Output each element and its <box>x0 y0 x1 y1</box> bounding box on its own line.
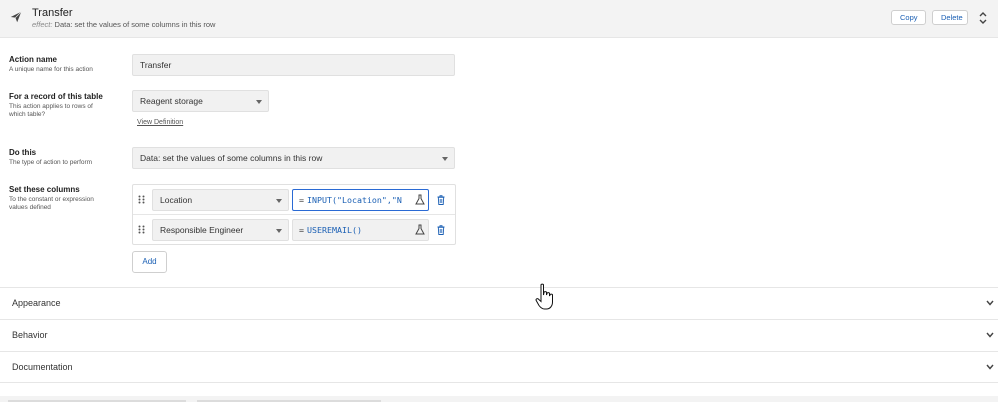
action-title: Transfer <box>32 7 73 19</box>
expression-input[interactable]: = INPUT("Location","N <box>292 189 429 211</box>
action-name-description: A unique name for this action <box>9 66 93 73</box>
action-name-label: Action name <box>9 55 58 64</box>
table-description: This action applies to rows of which tab… <box>9 103 93 118</box>
expression-text: INPUT("Location","N <box>307 195 402 205</box>
drag-handle-icon[interactable] <box>138 225 145 234</box>
column-select[interactable]: Responsible Engineer <box>152 219 289 241</box>
delete-button[interactable]: Delete <box>932 10 968 25</box>
action-name-input[interactable]: Transfer <box>132 54 455 76</box>
add-column-button[interactable]: Add <box>132 251 167 273</box>
expression-text: USEREMAIL() <box>307 225 362 235</box>
table-select[interactable]: Reagent storage <box>132 90 269 112</box>
expression-input[interactable]: = USEREMAIL() <box>292 219 429 241</box>
section-label: Documentation <box>12 362 73 372</box>
table-label: For a record of this table <box>9 92 103 101</box>
do-this-label: Do this <box>9 148 37 157</box>
section-label: Appearance <box>12 298 61 308</box>
section-behavior[interactable]: Behavior <box>0 319 998 351</box>
view-definition-link[interactable]: View Definition <box>137 119 183 126</box>
action-type-select[interactable]: Data: set the values of some columns in … <box>132 147 455 169</box>
chevron-down-icon <box>276 199 282 203</box>
expression-assistant-flask-icon[interactable] <box>415 224 425 235</box>
subtitle-text: Data: set the values of some columns in … <box>54 20 216 29</box>
section-documentation[interactable]: Documentation <box>0 351 998 383</box>
column-select-value: Responsible Engineer <box>160 225 244 235</box>
column-row: Responsible Engineer = USEREMAIL() <box>133 215 455 245</box>
chevron-down-icon <box>986 300 994 306</box>
copy-button[interactable]: Copy <box>891 10 926 25</box>
set-columns-description: To the constant or expression values def… <box>9 196 94 211</box>
section-appearance[interactable]: Appearance <box>0 287 998 319</box>
table-select-value: Reagent storage <box>140 96 203 106</box>
set-columns-table: Location = INPUT("Location","N Responsibl… <box>132 184 456 245</box>
hand-pointer-cursor-icon <box>535 283 553 310</box>
set-columns-label: Set these columns <box>9 185 80 194</box>
chevron-down-icon <box>256 100 262 104</box>
delete-row-trash-icon[interactable] <box>437 225 445 235</box>
section-label: Behavior <box>12 330 48 340</box>
do-this-description: The type of action to perform <box>9 159 93 166</box>
delete-row-trash-icon[interactable] <box>437 195 445 205</box>
drag-handle-icon[interactable] <box>138 195 145 204</box>
chevron-down-icon <box>986 332 994 338</box>
subtitle-prefix: effect: <box>32 20 53 29</box>
expand-collapse-icon[interactable] <box>978 11 988 25</box>
paper-plane-icon <box>10 11 22 23</box>
expression-assistant-flask-icon[interactable] <box>415 194 425 205</box>
chevron-down-icon <box>986 364 994 370</box>
equals-sign: = <box>299 195 304 205</box>
action-subtitle: effect: Data: set the values of some col… <box>32 20 215 29</box>
chevron-down-icon <box>442 157 448 161</box>
action-type-value: Data: set the values of some columns in … <box>140 153 323 163</box>
chevron-down-icon <box>276 229 282 233</box>
equals-sign: = <box>299 225 304 235</box>
action-header[interactable]: Transfer effect: Data: set the values of… <box>0 0 998 38</box>
column-row: Location = INPUT("Location","N <box>133 185 455 215</box>
column-select[interactable]: Location <box>152 189 289 211</box>
column-select-value: Location <box>160 195 193 205</box>
